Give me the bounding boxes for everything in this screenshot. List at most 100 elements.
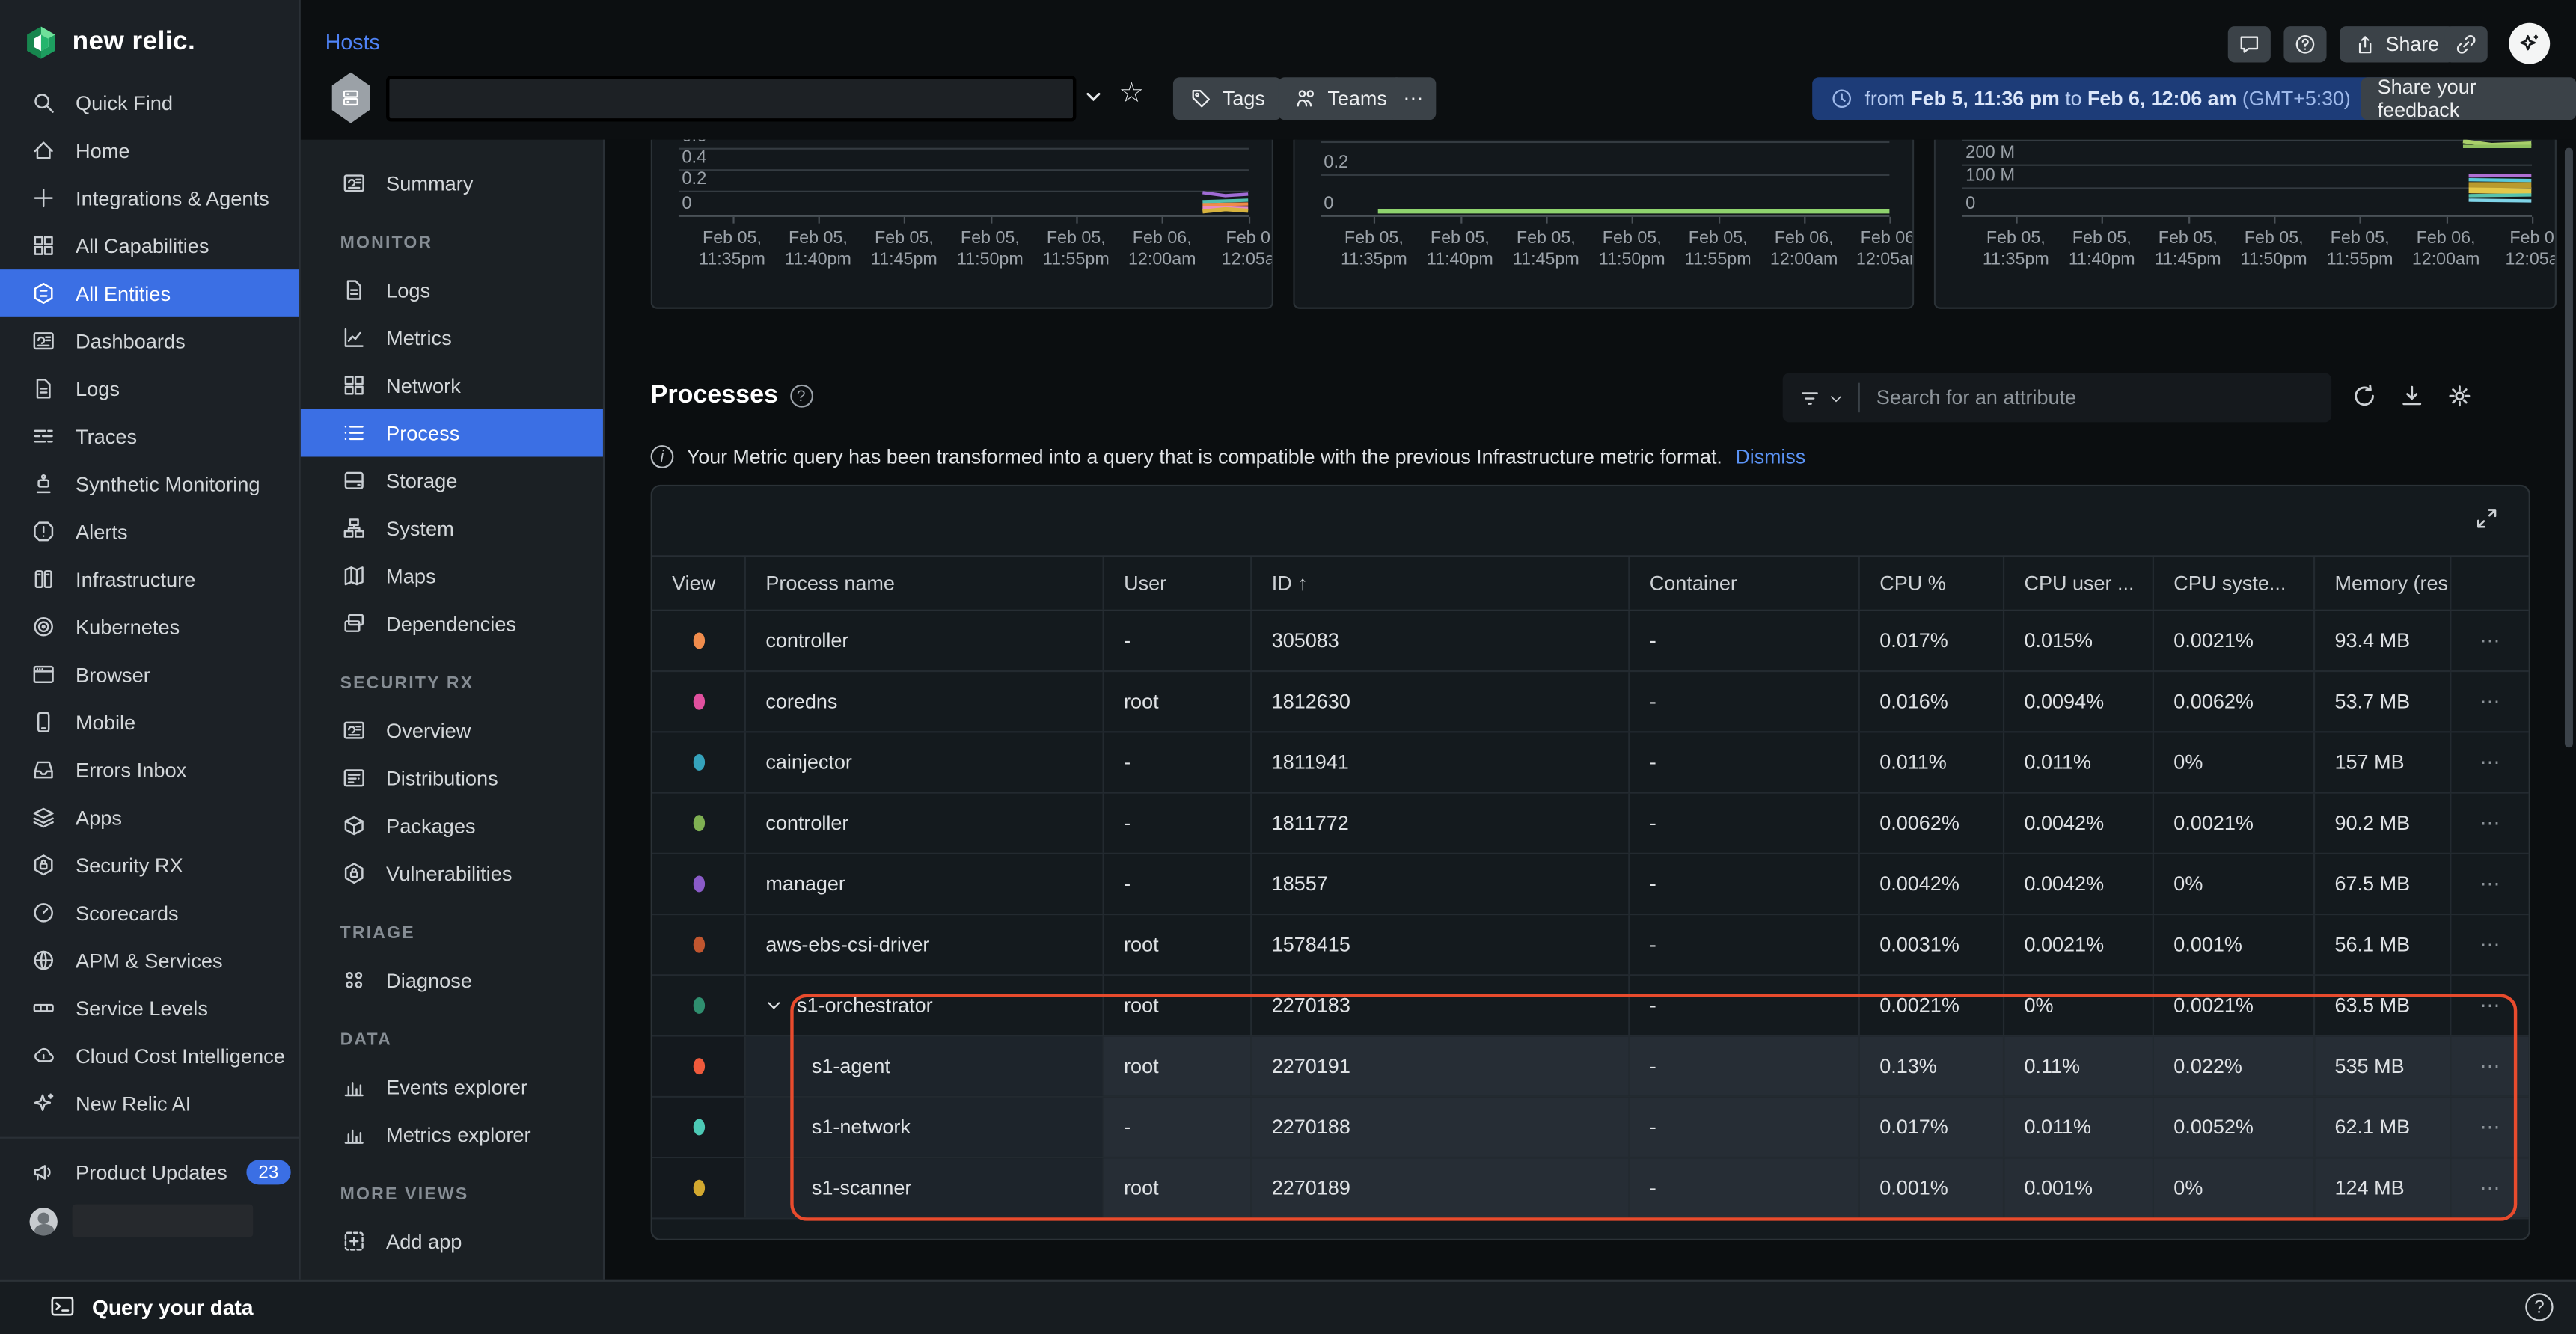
tags-button[interactable]: Tags xyxy=(1173,77,1282,120)
filter-dropdown[interactable] xyxy=(1783,387,1855,409)
process-name-cell[interactable]: s1-network xyxy=(746,1098,1104,1157)
column-header-cpu[interactable]: CPU % xyxy=(1860,557,2004,609)
sidebar-item-product-updates[interactable]: Product Updates 23 xyxy=(0,1148,299,1196)
sidebar-item-alerts[interactable]: Alerts xyxy=(0,508,299,556)
process-row-aws-ebs-csi-driver[interactable]: aws-ebs-csi-driverroot1578415-0.0031%0.0… xyxy=(652,915,2529,976)
process-name-cell[interactable]: s1-scanner xyxy=(746,1158,1104,1217)
sidebar-item-scorecards[interactable]: Scorecards xyxy=(0,889,299,937)
sidebar-item-cloud-cost-intelligence[interactable]: Cloud Cost Intelligence xyxy=(0,1032,299,1080)
collapse-chevron-icon[interactable] xyxy=(765,997,782,1014)
sidebar-item-synthetic-monitoring[interactable]: Synthetic Monitoring xyxy=(0,460,299,508)
row-actions-button[interactable]: ⋯ xyxy=(2451,672,2528,731)
row-actions-button[interactable]: ⋯ xyxy=(2451,1158,2528,1217)
view-cell[interactable] xyxy=(652,794,746,853)
row-actions-button[interactable]: ⋯ xyxy=(2451,854,2528,914)
sidebar-item-all-capabilities[interactable]: All Capabilities xyxy=(0,221,299,269)
settings-gear-button[interactable] xyxy=(2447,383,2473,414)
row-actions-button[interactable]: ⋯ xyxy=(2451,1098,2528,1157)
sidebar-item-integrations-agents[interactable]: Integrations & Agents xyxy=(0,174,299,222)
breadcrumb[interactable]: Hosts xyxy=(325,30,380,55)
subnav-item-metrics-explorer[interactable]: Metrics explorer xyxy=(301,1110,603,1158)
sidebar-item-mobile[interactable]: Mobile xyxy=(0,698,299,746)
process-name-cell[interactable]: manager xyxy=(746,854,1104,914)
subnav-item-metrics[interactable]: Metrics xyxy=(301,313,603,361)
sidebar-item-new-relic-ai[interactable]: New Relic AI xyxy=(0,1080,299,1128)
process-row-coredns[interactable]: corednsroot1812630-0.016%0.0094%0.0062%5… xyxy=(652,672,2529,732)
process-row-s1-network[interactable]: s1-network-2270188-0.017%0.011%0.0052%62… xyxy=(652,1098,2529,1158)
sidebar-item-traces[interactable]: Traces xyxy=(0,412,299,460)
process-name-cell[interactable]: controller xyxy=(746,794,1104,853)
sidebar-item-apps[interactable]: Apps xyxy=(0,794,299,842)
subnav-item-network[interactable]: Network xyxy=(301,361,603,409)
row-actions-button[interactable]: ⋯ xyxy=(2451,1037,2528,1096)
user-account-row[interactable] xyxy=(0,1196,299,1246)
expand-table-button[interactable] xyxy=(2474,506,2499,536)
sidebar-item-browser[interactable]: Browser xyxy=(0,651,299,699)
download-button[interactable] xyxy=(2399,383,2425,414)
row-actions-button[interactable]: ⋯ xyxy=(2451,915,2528,974)
subnav-item-logs[interactable]: Logs xyxy=(301,266,603,314)
column-header-cpu-user[interactable]: CPU user ... xyxy=(2004,557,2154,609)
row-actions-button[interactable]: ⋯ xyxy=(2451,976,2528,1035)
sidebar-item-dashboards[interactable]: Dashboards xyxy=(0,317,299,365)
subnav-item-storage[interactable]: Storage xyxy=(301,456,603,504)
sidebar-item-apm-services[interactable]: APM & Services xyxy=(0,937,299,985)
help-button[interactable] xyxy=(2283,26,2326,62)
process-row-cainjector[interactable]: cainjector-1811941-0.011%0.011%0%157 MB⋯ xyxy=(652,732,2529,793)
search-input[interactable] xyxy=(1863,386,2331,409)
subnav-item-process[interactable]: Process xyxy=(301,409,603,457)
query-your-data-button[interactable]: Query your data xyxy=(49,1293,254,1319)
column-header-process-name[interactable]: Process name xyxy=(746,557,1104,609)
view-cell[interactable] xyxy=(652,1037,746,1096)
chat-feedback-button[interactable] xyxy=(2228,26,2271,62)
sidebar-item-quick-find[interactable]: Quick Find xyxy=(0,79,299,126)
sidebar-item-logs[interactable]: Logs xyxy=(0,365,299,413)
view-cell[interactable] xyxy=(652,1098,746,1157)
teams-button[interactable]: Teams xyxy=(1278,77,1403,120)
copy-link-button[interactable] xyxy=(2445,26,2488,62)
process-name-cell[interactable]: aws-ebs-csi-driver xyxy=(746,915,1104,974)
subnav-item-summary[interactable]: Summary xyxy=(301,159,603,207)
process-name-cell[interactable]: s1-orchestrator xyxy=(746,976,1104,1035)
subnav-item-vulnerabilities[interactable]: Vulnerabilities xyxy=(301,849,603,897)
subnav-item-add-app[interactable]: Add app xyxy=(301,1217,603,1265)
footer-help-icon[interactable]: ? xyxy=(2525,1293,2553,1321)
subnav-item-dependencies[interactable]: Dependencies xyxy=(301,600,603,648)
process-row-manager[interactable]: manager-18557-0.0042%0.0042%0%67.5 MB⋯ xyxy=(652,854,2529,915)
scrollbar-thumb[interactable] xyxy=(2565,148,2573,748)
view-cell[interactable] xyxy=(652,1158,746,1217)
subnav-item-system[interactable]: System xyxy=(301,504,603,552)
host-dropdown-chevron-icon[interactable] xyxy=(1084,87,1102,110)
favorite-star-icon[interactable]: ☆ xyxy=(1119,77,1143,110)
row-actions-button[interactable]: ⋯ xyxy=(2451,732,2528,792)
process-row-s1-orchestrator[interactable]: s1-orchestratorroot2270183-0.0021%0%0.00… xyxy=(652,976,2529,1036)
chart-panel-1[interactable]: 0.60.40.20 Feb 05, 11:35pmFeb 05, 11:40p… xyxy=(651,140,1273,309)
subnav-item-packages[interactable]: Packages xyxy=(301,802,603,850)
view-cell[interactable] xyxy=(652,611,746,670)
process-row-s1-scanner[interactable]: s1-scannerroot2270189-0.001%0.001%0%124 … xyxy=(652,1158,2529,1219)
subnav-item-events-explorer[interactable]: Events explorer xyxy=(301,1063,603,1111)
process-name-cell[interactable]: s1-agent xyxy=(746,1037,1104,1096)
sidebar-item-errors-inbox[interactable]: Errors Inbox xyxy=(0,746,299,794)
view-cell[interactable] xyxy=(652,854,746,914)
column-header-id[interactable]: ID ↑ xyxy=(1252,557,1630,609)
share-button[interactable]: Share xyxy=(2340,26,2454,62)
share-feedback-button[interactable]: Share your feedback xyxy=(2361,77,2576,120)
view-cell[interactable] xyxy=(652,976,746,1035)
dismiss-link[interactable]: Dismiss xyxy=(1735,445,1805,468)
process-name-cell[interactable]: coredns xyxy=(746,672,1104,731)
subnav-item-distributions[interactable]: Distributions xyxy=(301,754,603,802)
sidebar-item-home[interactable]: Home xyxy=(0,126,299,174)
sidebar-item-service-levels[interactable]: Service Levels xyxy=(0,984,299,1032)
chart-panel-2[interactable]: 0.20 Feb 05, 11:35pmFeb 05, 11:40pmFeb 0… xyxy=(1293,140,1915,309)
processes-help-icon[interactable]: ? xyxy=(789,385,813,408)
column-header-user[interactable]: User xyxy=(1104,557,1252,609)
process-row-s1-agent[interactable]: s1-agentroot2270191-0.13%0.11%0.022%535 … xyxy=(652,1037,2529,1098)
sidebar-item-kubernetes[interactable]: Kubernetes xyxy=(0,603,299,651)
sidebar-item-all-entities[interactable]: All Entities xyxy=(0,269,299,317)
view-cell[interactable] xyxy=(652,672,746,731)
view-cell[interactable] xyxy=(652,915,746,974)
process-name-cell[interactable]: cainjector xyxy=(746,732,1104,792)
column-header-container[interactable]: Container xyxy=(1630,557,1859,609)
subnav-item-diagnose[interactable]: Diagnose xyxy=(301,956,603,1004)
